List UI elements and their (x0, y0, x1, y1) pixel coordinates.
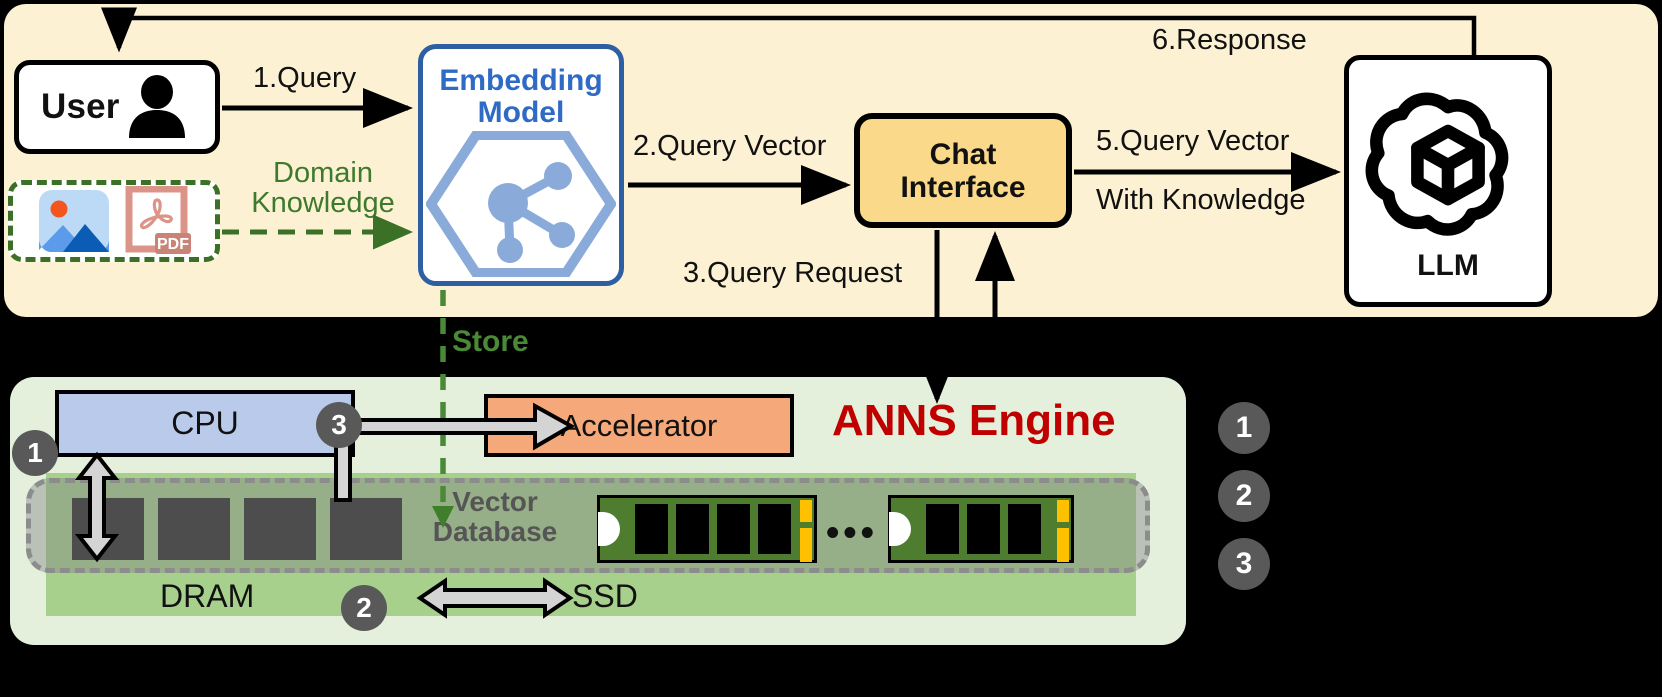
label-domain-knowledge: Domain Knowledge (239, 158, 407, 219)
user-label: User (41, 87, 120, 126)
dram-chip (330, 498, 402, 560)
ssd-notch (598, 512, 620, 546)
ssd-label: SSD (572, 578, 638, 614)
legend-item-3: 3 (1218, 538, 1270, 590)
label-domain-knowledge-line1: Domain (273, 157, 373, 189)
embedding-model-label-line2: Model (477, 96, 565, 129)
person-icon (129, 75, 185, 138)
dram-chip (244, 498, 316, 560)
ssd-block (676, 504, 709, 554)
vector-database-label: Vector Database (420, 486, 570, 548)
diagram-canvas: User PDF Embedding Model Chat Interface … (0, 0, 1662, 697)
label-query: 1.Query (253, 62, 357, 94)
dram-chip (72, 498, 144, 560)
vector-database-label-line2: Database (432, 516, 558, 548)
chat-interface-node[interactable]: Chat Interface (854, 113, 1072, 228)
hexagon-network-icon (426, 130, 616, 277)
ssd-block (967, 504, 1000, 554)
label-store: Store (452, 325, 529, 358)
label-query-request: 3.Query Request (683, 257, 903, 289)
legend-item-1: 1 (1218, 402, 1270, 454)
label-query-vector: 2.Query Vector (633, 130, 827, 162)
ssd-pin (1057, 528, 1069, 562)
llm-label: LLM (1417, 249, 1479, 282)
label-response: 6.Response (1152, 24, 1307, 56)
dram-label: DRAM (160, 578, 255, 614)
domain-knowledge-box[interactable]: PDF (8, 180, 220, 262)
vector-database-label-line1: Vector (452, 486, 538, 517)
svg-text:PDF: PDF (157, 236, 189, 253)
marker-cpu-accelerator: 3 (316, 402, 362, 448)
anns-engine-title: ANNS Engine (832, 396, 1116, 445)
embedding-model-node[interactable]: Embedding Model (418, 44, 624, 286)
legend-item-2: 2 (1218, 470, 1270, 522)
cpu-node[interactable]: CPU (55, 390, 355, 457)
chat-interface-label-line1: Chat (929, 137, 997, 171)
user-node[interactable]: User (14, 60, 220, 154)
chat-interface-label: Chat Interface (900, 138, 1025, 204)
embedding-model-label: Embedding Model (439, 65, 602, 129)
ssd-block (635, 504, 668, 554)
cpu-label: CPU (171, 405, 239, 441)
ssd-pin (800, 500, 812, 522)
ssd-pin (1057, 500, 1069, 522)
marker-dram-ssd: 2 (341, 585, 387, 631)
llm-node[interactable]: LLM (1344, 55, 1552, 307)
marker-cpu-dram: 1 (12, 430, 58, 476)
dram-chip (158, 498, 230, 560)
ssd-notch (889, 512, 911, 546)
embedding-model-label-line1: Embedding (439, 64, 603, 98)
ssd-module (597, 495, 817, 563)
label-query-vector-knowledge-line1: 5.Query Vector (1096, 125, 1290, 157)
ssd-ellipsis: ••• (826, 512, 878, 554)
label-domain-knowledge-line2: Knowledge (251, 187, 395, 220)
image-file-icon (39, 190, 109, 252)
openai-knot-icon (1365, 92, 1509, 236)
ssd-block (717, 504, 750, 554)
ssd-block (926, 504, 959, 554)
ssd-pin (800, 528, 812, 562)
accelerator-node[interactable]: Accelerator (484, 394, 794, 457)
label-query-vector-knowledge-line2: With Knowledge (1096, 184, 1306, 216)
ssd-block (758, 504, 791, 554)
accelerator-label: Accelerator (560, 407, 718, 443)
ssd-module (888, 495, 1074, 563)
ssd-block (1008, 504, 1041, 554)
chat-interface-label-line2: Interface (900, 170, 1026, 204)
pdf-file-icon: PDF (125, 186, 191, 254)
